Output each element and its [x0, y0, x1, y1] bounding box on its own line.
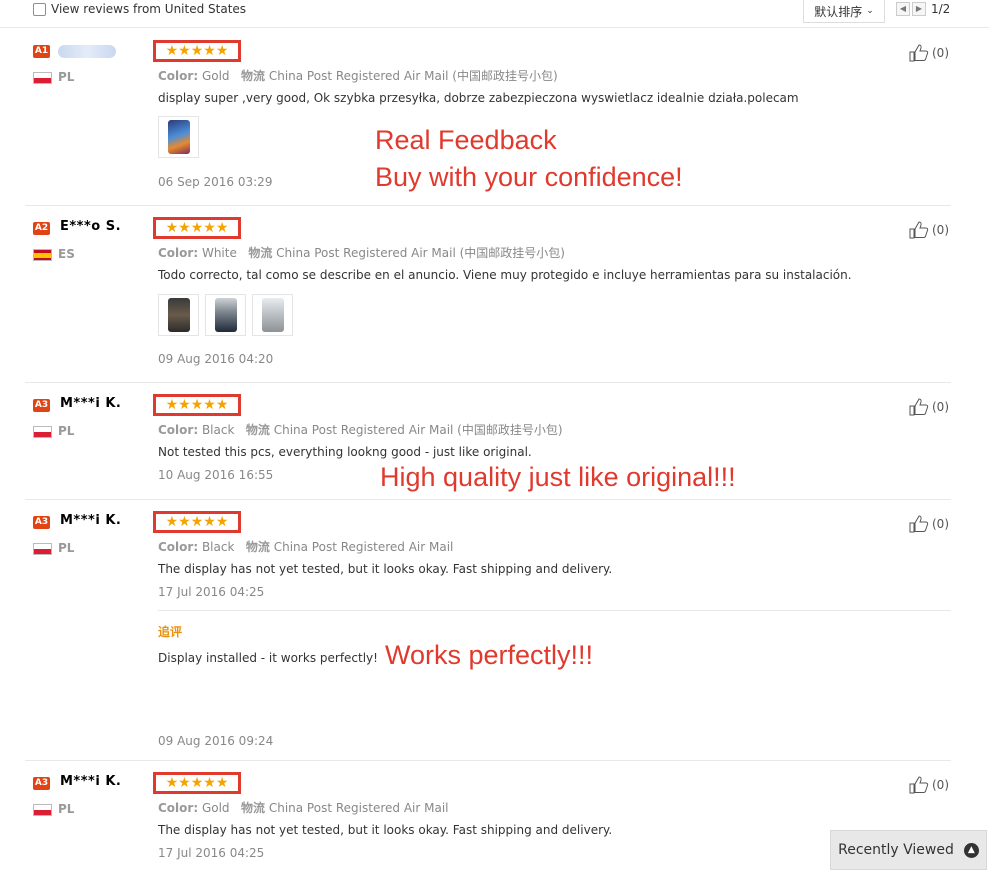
buyer-name-blurred [58, 45, 116, 58]
thumbs-up-icon [909, 776, 929, 794]
recently-viewed-label: Recently Viewed [838, 842, 954, 858]
helpful-button[interactable]: (0) [909, 44, 949, 62]
spain-flag-icon [33, 249, 52, 261]
chevron-up-icon: ▲ [963, 842, 979, 858]
review-photo[interactable] [205, 294, 246, 336]
helpful-button[interactable]: (0) [909, 398, 949, 416]
review-date: 17 Jul 2016 04:25 [158, 585, 265, 599]
annotation-real-feedback: Real Feedback [375, 125, 557, 155]
followup-divider [158, 610, 951, 611]
buyer-name: M***i K. [60, 513, 122, 528]
buyer-level-badge: A2 [33, 222, 50, 235]
review-photo[interactable] [158, 294, 199, 336]
order-attributes: Color: White 物流 China Post Registered Ai… [158, 246, 565, 260]
buyer-name: M***i K. [60, 774, 122, 789]
buyer-country: PL [58, 70, 75, 84]
helpful-button[interactable]: (0) [909, 776, 949, 794]
review-text: The display has not yet tested, but it l… [158, 562, 613, 576]
poland-flag-icon [33, 804, 52, 816]
annotation-works-perfectly: Works perfectly!!! [385, 640, 594, 670]
thumbs-up-icon [909, 44, 929, 62]
buyer-country: ES [58, 247, 75, 261]
review-date: 09 Aug 2016 04:20 [158, 352, 274, 366]
buyer-country: PL [58, 541, 75, 555]
thumbs-up-icon [909, 221, 929, 239]
review-text: display super ,very good, Ok szybka prze… [158, 91, 799, 105]
pager: ◀ ▶ 1/2 [896, 2, 950, 16]
sort-label: 默认排序 [814, 4, 863, 19]
review-photo[interactable] [158, 116, 199, 158]
chevron-down-icon: ⌄ [866, 6, 874, 16]
poland-flag-icon [33, 72, 52, 84]
followup-label: 追评 [158, 625, 183, 639]
filter-label: View reviews from United States [51, 2, 247, 16]
review-text: Not tested this pcs, everything lookng g… [158, 445, 532, 459]
us-filter[interactable]: View reviews from United States [33, 2, 246, 16]
thumbs-up-icon [909, 515, 929, 533]
buyer-level-badge: A3 [33, 399, 50, 412]
followup-date: 09 Aug 2016 09:24 [158, 734, 274, 748]
filter-checkbox[interactable] [33, 2, 46, 16]
buyer-level-badge: A1 [33, 45, 50, 58]
review-item: A3 M***i K. PL ★ ★ ★ ★ ★ Color: Black 物流 Chi… [25, 500, 951, 761]
buyer-name: E***o S. [60, 219, 122, 234]
review-photo[interactable] [252, 294, 293, 336]
order-attributes: Color: Black 物流 China Post Registered Ai… [158, 423, 563, 437]
review-item: A3 M***i K. PL ★ ★ ★ ★ ★ Color: Gold 物流 Chin… [25, 761, 951, 870]
annotation-buy-confidence: Buy with your confidence! [375, 162, 683, 192]
helpful-button[interactable]: (0) [909, 221, 949, 239]
star-rating: ★ ★ ★ ★ ★ [153, 40, 241, 62]
buyer-name: M***i K. [60, 396, 122, 411]
review-date: 17 Jul 2016 04:25 [158, 846, 265, 860]
poland-flag-icon [33, 426, 52, 438]
buyer-country: PL [58, 424, 75, 438]
star-rating: ★ ★ ★ ★ ★ [153, 511, 241, 533]
order-attributes: Color: Black 物流 China Post Registered Ai… [158, 540, 454, 554]
followup-text: Display installed - it works perfectly! [158, 651, 378, 665]
star-rating: ★ ★ ★ ★ ★ [153, 217, 241, 239]
order-attributes: Color: Gold 物流 China Post Registered Air… [158, 69, 558, 83]
helpful-button[interactable]: (0) [909, 515, 949, 533]
review-item: A2 E***o S. ES ★ ★ ★ ★ ★ Color: White 物流 Chi… [25, 206, 951, 383]
review-date: 06 Sep 2016 03:29 [158, 175, 273, 189]
page-indicator: 1/2 [931, 2, 951, 16]
next-page-button[interactable]: ▶ [912, 2, 926, 16]
buyer-level-badge: A3 [33, 516, 50, 529]
recently-viewed-button[interactable]: Recently Viewed ▲ [830, 830, 987, 870]
buyer-level-badge: A3 [33, 777, 50, 790]
star-rating: ★ ★ ★ ★ ★ [153, 772, 241, 794]
buyer-country: PL [58, 802, 75, 816]
prev-page-button[interactable]: ◀ [896, 2, 910, 16]
star-rating: ★ ★ ★ ★ ★ [153, 394, 241, 416]
order-attributes: Color: Gold 物流 China Post Registered Air… [158, 801, 449, 815]
annotation-high-quality: High quality just like original!!! [380, 462, 736, 492]
review-date: 10 Aug 2016 16:55 [158, 468, 274, 482]
review-text: Todo correcto, tal como se describe en e… [158, 268, 852, 282]
poland-flag-icon [33, 543, 52, 555]
review-text: The display has not yet tested, but it l… [158, 823, 613, 837]
review-toolbar: View reviews from United States 默认排序 ⌄ ◀… [0, 0, 989, 28]
sort-dropdown[interactable]: 默认排序 ⌄ [803, 0, 885, 23]
thumbs-up-icon [909, 398, 929, 416]
